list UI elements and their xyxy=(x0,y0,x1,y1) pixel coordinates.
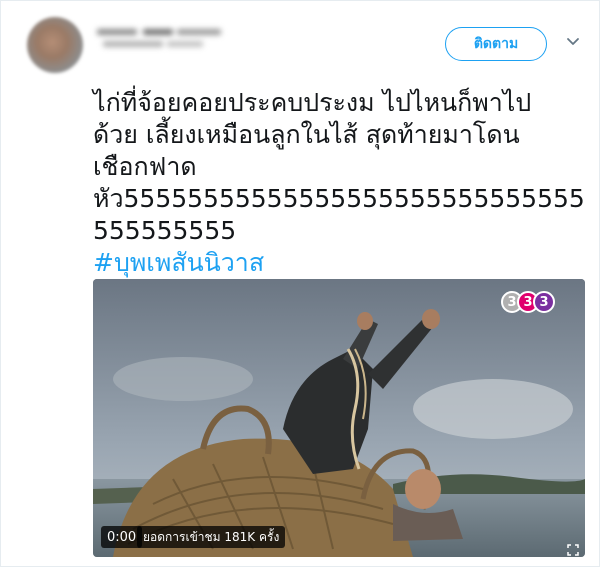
channel-logo: 3 3 3 xyxy=(501,291,561,317)
hashtag-link[interactable]: #บุพเพสันนิวาส xyxy=(93,247,593,279)
follow-button[interactable]: ติดตาม xyxy=(445,27,547,61)
avatar[interactable] xyxy=(27,17,83,73)
tweet-line-4: หัว55555555555555555555555555555 xyxy=(93,184,585,213)
tweet-card: ติดตาม ไก่ที่จ้อยคอยประคบประงม ไปไหนก็พา… xyxy=(0,0,600,567)
chevron-down-icon[interactable] xyxy=(566,37,580,47)
video-views: ยอดการเข้าชม 181K ครั้ง xyxy=(137,526,286,548)
tweet-line-5: 555555555 xyxy=(93,216,237,245)
video-frame xyxy=(93,279,585,557)
tweet-line-1: ไก่ที่จ้อยคอยประคบประงม ไปไหนก็พาไป xyxy=(93,88,532,117)
fullscreen-icon[interactable] xyxy=(567,544,579,556)
video-player[interactable] xyxy=(93,279,585,557)
blurred-user-name[interactable] xyxy=(97,23,227,51)
tweet-line-2: ด้วย เลี้ยงเหมือนลูกในไส้ สุดท้ายมาโดน xyxy=(93,120,520,149)
tweet-text: ไก่ที่จ้อยคอยประคบประงม ไปไหนก็พาไป ด้วย… xyxy=(93,87,593,279)
tweet-line-3: เชือกฟาด xyxy=(93,152,197,181)
